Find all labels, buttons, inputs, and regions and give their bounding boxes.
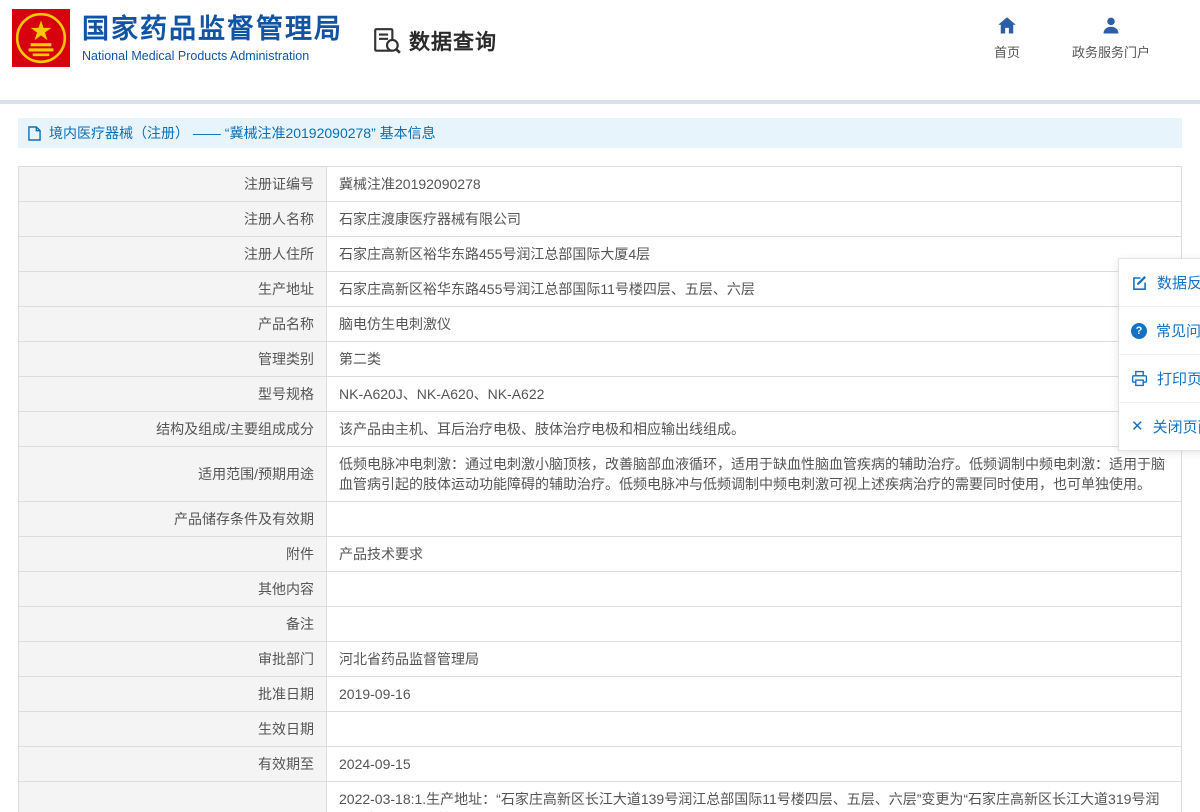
breadcrumb: 境内医疗器械（注册） —— “冀械注准20192090278” 基本信息 xyxy=(18,118,1182,148)
action-label: 关闭页面 xyxy=(1153,416,1200,437)
print-icon xyxy=(1131,370,1148,387)
data-query-icon xyxy=(372,26,402,56)
action-faq[interactable]: ? 常见问题 xyxy=(1119,307,1200,355)
home-icon xyxy=(997,16,1017,36)
row-value: 低频电脉冲电刺激：通过电刺激小脑顶核，改善脑部血液循环，适用于缺血性脑血管疾病的… xyxy=(327,447,1182,502)
row-value: 石家庄高新区裕华东路455号润江总部国际11号楼四层、五层、六层 xyxy=(327,272,1182,307)
table-row: 管理类别第二类 xyxy=(19,342,1182,377)
table-row: 审批部门河北省药品监督管理局 xyxy=(19,642,1182,677)
row-value: 石家庄渡康医疗器械有限公司 xyxy=(327,202,1182,237)
table-row: 结构及组成/主要组成成分该产品由主机、耳后治疗电极、肢体治疗电极和相应输出线组成… xyxy=(19,412,1182,447)
row-value: 河北省药品监督管理局 xyxy=(327,642,1182,677)
row-value: 2022-03-18:1.生产地址：“石家庄高新区长江大道139号润江总部国际1… xyxy=(327,782,1182,812)
action-label: 常见问题 xyxy=(1156,320,1200,341)
row-label: 生产地址 xyxy=(19,272,327,307)
org-title-cn: 国家药品监督管理局 xyxy=(82,13,343,47)
table-row: 附件产品技术要求 xyxy=(19,537,1182,572)
row-label: 生效日期 xyxy=(19,712,327,747)
table-row: 型号规格NK-A620J、NK-A620、NK-A622 xyxy=(19,377,1182,412)
table-row: 生产地址石家庄高新区裕华东路455号润江总部国际11号楼四层、五层、六层 xyxy=(19,272,1182,307)
row-value: 脑电仿生电刺激仪 xyxy=(327,307,1182,342)
row-value: 2019-09-16 xyxy=(327,677,1182,712)
question-icon: ? xyxy=(1131,323,1147,339)
row-value xyxy=(327,572,1182,607)
nav-home-label: 首页 xyxy=(994,42,1020,61)
row-label xyxy=(19,782,327,812)
feedback-icon xyxy=(1131,274,1148,291)
row-label: 结构及组成/主要组成成分 xyxy=(19,412,327,447)
data-query-link[interactable]: 数据查询 xyxy=(372,26,497,56)
org-title-en: National Medical Products Administration xyxy=(82,49,343,63)
action-label: 打印页面 xyxy=(1157,368,1200,389)
row-value: 石家庄高新区裕华东路455号润江总部国际大厦4层 xyxy=(327,237,1182,272)
table-row: 有效期至2024-09-15 xyxy=(19,747,1182,782)
registration-info-table-wrap: 注册证编号冀械注准20192090278注册人名称石家庄渡康医疗器械有限公司注册… xyxy=(18,166,1182,812)
table-row: 注册人住所石家庄高新区裕华东路455号润江总部国际大厦4层 xyxy=(19,237,1182,272)
header-divider xyxy=(0,100,1200,104)
row-label: 注册人住所 xyxy=(19,237,327,272)
table-row: 注册人名称石家庄渡康医疗器械有限公司 xyxy=(19,202,1182,237)
row-value xyxy=(327,712,1182,747)
table-row: 产品名称脑电仿生电刺激仪 xyxy=(19,307,1182,342)
row-label: 管理类别 xyxy=(19,342,327,377)
user-icon xyxy=(1101,16,1121,36)
nmpa-logo[interactable]: 国家药品监督管理局 National Medical Products Admi… xyxy=(12,9,343,67)
floating-action-panel: 数据反馈 ? 常见问题 打印页面 ✕ 关闭页面 xyxy=(1118,258,1200,451)
row-value xyxy=(327,607,1182,642)
row-value: 冀械注准20192090278 xyxy=(327,167,1182,202)
site-header: 国家药品监督管理局 National Medical Products Admi… xyxy=(0,0,1200,100)
document-icon xyxy=(28,126,41,141)
table-row: 产品储存条件及有效期 xyxy=(19,502,1182,537)
nav-gov-portal[interactable]: 政务服务门户 xyxy=(1072,16,1150,61)
main-content: 境内医疗器械（注册） —— “冀械注准20192090278” 基本信息 注册证… xyxy=(0,118,1200,812)
table-row: 2022-03-18:1.生产地址：“石家庄高新区长江大道139号润江总部国际1… xyxy=(19,782,1182,812)
row-label: 注册证编号 xyxy=(19,167,327,202)
table-row: 注册证编号冀械注准20192090278 xyxy=(19,167,1182,202)
nav-home[interactable]: 首页 xyxy=(994,16,1020,61)
action-print-page[interactable]: 打印页面 xyxy=(1119,355,1200,403)
table-row: 生效日期 xyxy=(19,712,1182,747)
row-label: 批准日期 xyxy=(19,677,327,712)
row-label: 产品储存条件及有效期 xyxy=(19,502,327,537)
row-label: 型号规格 xyxy=(19,377,327,412)
row-label: 注册人名称 xyxy=(19,202,327,237)
row-value: NK-A620J、NK-A620、NK-A622 xyxy=(327,377,1182,412)
breadcrumb-text: 境内医疗器械（注册） —— “冀械注准20192090278” 基本信息 xyxy=(49,123,436,143)
row-label: 备注 xyxy=(19,607,327,642)
action-label: 数据反馈 xyxy=(1157,272,1200,293)
row-label: 附件 xyxy=(19,537,327,572)
row-label: 产品名称 xyxy=(19,307,327,342)
org-title-block: 国家药品监督管理局 National Medical Products Admi… xyxy=(82,13,343,64)
action-close-page[interactable]: ✕ 关闭页面 xyxy=(1119,403,1200,450)
row-value: 第二类 xyxy=(327,342,1182,377)
info-table-body: 注册证编号冀械注准20192090278注册人名称石家庄渡康医疗器械有限公司注册… xyxy=(19,167,1182,812)
table-row: 其他内容 xyxy=(19,572,1182,607)
row-label: 其他内容 xyxy=(19,572,327,607)
row-label: 有效期至 xyxy=(19,747,327,782)
row-value: 该产品由主机、耳后治疗电极、肢体治疗电极和相应输出线组成。 xyxy=(327,412,1182,447)
table-row: 备注 xyxy=(19,607,1182,642)
registration-info-table: 注册证编号冀械注准20192090278注册人名称石家庄渡康医疗器械有限公司注册… xyxy=(18,166,1182,812)
data-query-title: 数据查询 xyxy=(409,26,497,56)
action-data-feedback[interactable]: 数据反馈 xyxy=(1119,259,1200,307)
row-label: 适用范围/预期用途 xyxy=(19,447,327,502)
table-row: 适用范围/预期用途低频电脉冲电刺激：通过电刺激小脑顶核，改善脑部血液循环，适用于… xyxy=(19,447,1182,502)
national-emblem-icon xyxy=(12,9,70,67)
row-value xyxy=(327,502,1182,537)
table-row: 批准日期2019-09-16 xyxy=(19,677,1182,712)
nav-gov-portal-label: 政务服务门户 xyxy=(1072,42,1150,61)
row-label: 审批部门 xyxy=(19,642,327,677)
row-value: 产品技术要求 xyxy=(327,537,1182,572)
close-icon: ✕ xyxy=(1131,419,1144,434)
row-value: 2024-09-15 xyxy=(327,747,1182,782)
header-nav: 首页 政务服务门户 xyxy=(994,16,1150,61)
